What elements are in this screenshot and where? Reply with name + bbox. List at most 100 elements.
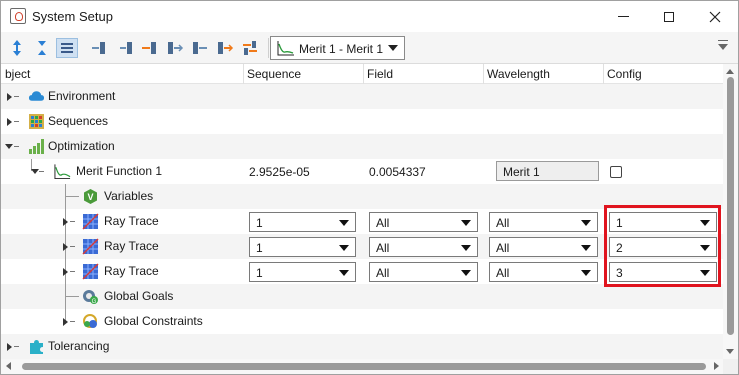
list-view-icon[interactable] — [56, 38, 78, 58]
merit-field-value: 0.0054337 — [369, 165, 426, 179]
wavelength-dropdown[interactable]: All — [489, 212, 598, 232]
chevron-down-icon — [700, 270, 710, 276]
field-dropdown[interactable]: All — [369, 262, 478, 282]
chevron-down-icon — [700, 220, 710, 226]
collapse-all-icon[interactable] — [31, 38, 53, 58]
sequence-dropdown[interactable]: 1 — [249, 237, 356, 257]
column-field[interactable]: Field — [367, 67, 393, 81]
horizontal-scrollbar[interactable] — [1, 359, 723, 374]
column-divider[interactable] — [243, 64, 244, 84]
maximize-icon — [664, 11, 674, 22]
tree-row-variables[interactable]: V Variables — [1, 184, 723, 209]
scroll-up-icon[interactable] — [726, 69, 734, 74]
tree-label: Optimization — [48, 139, 115, 153]
column-wavelength[interactable]: Wavelength — [487, 67, 550, 81]
optimization-icon — [29, 139, 44, 154]
field-dropdown[interactable]: All — [369, 237, 478, 257]
tree-label: Sequences — [48, 114, 109, 128]
column-config[interactable]: Config — [607, 67, 642, 81]
expand-icon[interactable] — [63, 218, 68, 226]
chevron-down-icon — [461, 270, 471, 276]
wavelength-dropdown[interactable]: All — [489, 237, 598, 257]
tree-row-global-goals[interactable]: G Global Goals — [1, 284, 723, 309]
tree-row-merit-function[interactable]: Merit Function 1 2.9525e-05 0.0054337 Me… — [1, 159, 723, 184]
column-divider[interactable] — [603, 64, 604, 84]
move-left-icon[interactable] — [89, 38, 111, 58]
expand-icon[interactable] — [63, 318, 68, 326]
insert-before-icon[interactable] — [139, 38, 161, 58]
chevron-down-icon — [581, 270, 591, 276]
chevron-down-icon — [461, 245, 471, 251]
expand-icon[interactable] — [7, 343, 12, 351]
field-dropdown[interactable]: All — [369, 212, 478, 232]
ray-trace-icon — [82, 238, 99, 255]
sequence-dropdown[interactable]: 1 — [249, 262, 356, 282]
column-sequence[interactable]: Sequence — [247, 67, 301, 81]
merit-config-checkbox[interactable] — [610, 166, 622, 178]
tree-label: Variables — [104, 189, 154, 203]
config-dropdown[interactable]: 1 — [609, 212, 717, 232]
expand-all-icon[interactable] — [6, 38, 28, 58]
column-header: bject Sequence Field Wavelength Config — [1, 64, 723, 84]
add-child-icon[interactable] — [189, 38, 211, 58]
close-button[interactable] — [692, 1, 738, 32]
scroll-right-icon[interactable] — [714, 362, 719, 370]
tree-label: Ray Trace — [104, 239, 159, 253]
svg-text:V: V — [87, 192, 93, 202]
column-object[interactable]: bject — [5, 67, 30, 81]
expand-icon[interactable] — [7, 93, 12, 101]
variables-icon: V — [84, 189, 97, 204]
config-dropdown[interactable]: 3 — [609, 262, 717, 282]
system-setup-window: System Setup Merit 1 - Merit 1 bject Seq… — [0, 0, 739, 375]
tree-label: Ray Trace — [104, 264, 159, 278]
tree-row-global-constraints[interactable]: Global Constraints — [1, 309, 723, 334]
column-divider[interactable] — [483, 64, 484, 84]
tree-row-sequences[interactable]: Sequences — [1, 109, 723, 134]
collapse-icon[interactable] — [31, 169, 39, 174]
expand-icon[interactable] — [63, 268, 68, 276]
global-goals-icon: G — [83, 290, 98, 305]
collapse-icon[interactable] — [5, 144, 13, 149]
scroll-thumb[interactable] — [727, 77, 734, 335]
maximize-button[interactable] — [646, 1, 692, 32]
tree-label: Tolerancing — [48, 339, 110, 353]
merit-chart-icon — [277, 41, 294, 56]
insert-after-icon[interactable] — [164, 38, 186, 58]
expand-icon[interactable] — [63, 243, 68, 251]
merit-sequence-value: 2.9525e-05 — [249, 165, 310, 179]
merit-name-field[interactable]: Merit 1 — [496, 161, 599, 181]
wavelength-dropdown[interactable]: All — [489, 262, 598, 282]
merit-function-select[interactable]: Merit 1 - Merit 1 — [270, 36, 405, 60]
scroll-thumb[interactable] — [22, 363, 706, 370]
expand-icon[interactable] — [7, 118, 12, 126]
scroll-down-icon[interactable] — [726, 349, 734, 354]
swap-icon[interactable] — [239, 38, 261, 58]
title-bar: System Setup — [1, 1, 738, 32]
tree-label: Environment — [48, 89, 116, 103]
chevron-down-icon — [339, 220, 349, 226]
cloud-icon — [28, 91, 45, 101]
tree-row-ray-trace[interactable]: Ray Trace 1 All All 3 — [1, 259, 723, 284]
merit-select-value: Merit 1 - Merit 1 — [299, 42, 384, 56]
sequences-icon — [29, 114, 44, 129]
config-dropdown[interactable]: 2 — [609, 237, 717, 257]
tree-row-tolerancing[interactable]: Tolerancing — [1, 334, 723, 359]
tree-row-ray-trace[interactable]: Ray Trace 1 All All 1 — [1, 209, 723, 234]
tree-row-ray-trace[interactable]: Ray Trace 1 All All 2 — [1, 234, 723, 259]
move-right-icon[interactable] — [114, 38, 136, 58]
move-down-icon[interactable] — [214, 38, 236, 58]
svg-text:G: G — [92, 299, 97, 305]
puzzle-icon — [30, 340, 43, 354]
app-icon — [10, 8, 26, 24]
tree-label: Ray Trace — [104, 214, 159, 228]
scrollbar-corner — [723, 359, 738, 374]
tree-row-optimization[interactable]: Optimization — [1, 134, 723, 159]
minimize-button[interactable] — [600, 1, 646, 32]
toolbar-overflow-icon[interactable] — [718, 40, 728, 50]
vertical-scrollbar[interactable] — [723, 64, 738, 359]
column-divider[interactable] — [363, 64, 364, 84]
sequence-dropdown[interactable]: 1 — [249, 212, 356, 232]
chevron-down-icon — [388, 45, 398, 51]
tree-row-environment[interactable]: Environment — [1, 84, 723, 109]
scroll-left-icon[interactable] — [6, 362, 11, 370]
